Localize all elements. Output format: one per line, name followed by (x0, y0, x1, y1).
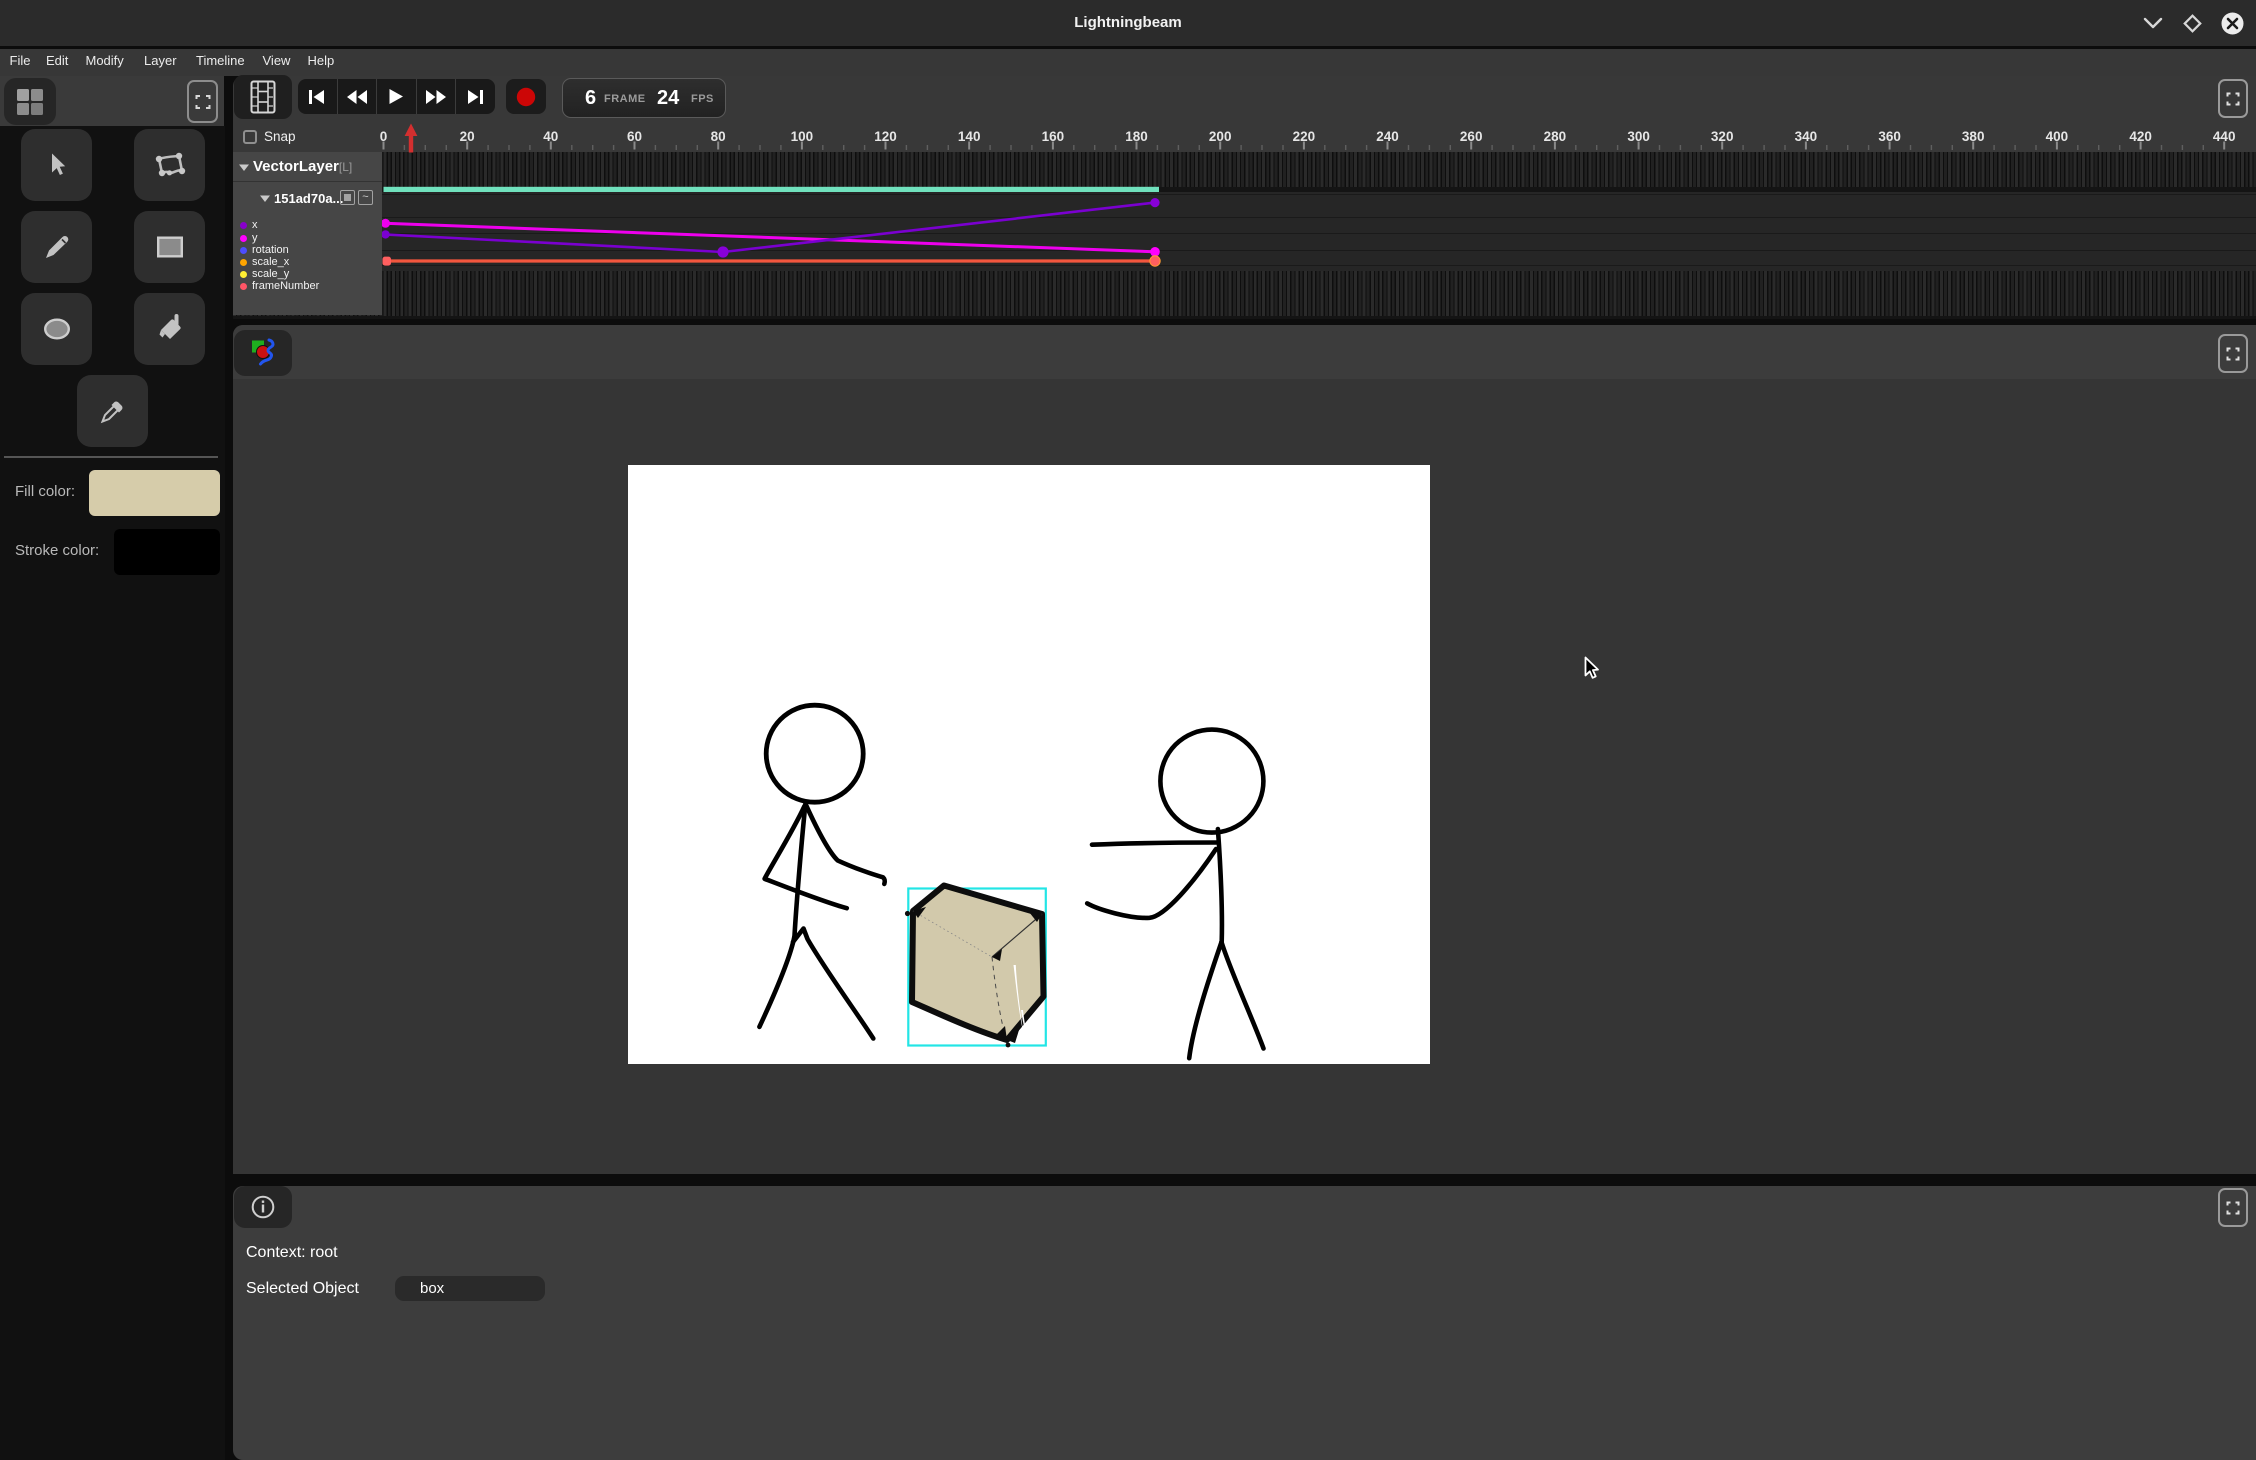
svg-text:140: 140 (958, 129, 981, 144)
svg-text:220: 220 (1293, 129, 1316, 144)
svg-text:160: 160 (1042, 129, 1065, 144)
svg-text:300: 300 (1627, 129, 1650, 144)
svg-text:40: 40 (543, 129, 558, 144)
svg-text:180: 180 (1125, 129, 1148, 144)
svg-text:260: 260 (1460, 129, 1483, 144)
svg-text:360: 360 (1878, 129, 1901, 144)
svg-text:340: 340 (1795, 129, 1818, 144)
svg-text:240: 240 (1376, 129, 1399, 144)
svg-text:380: 380 (1962, 129, 1985, 144)
svg-text:0: 0 (380, 129, 388, 144)
svg-text:60: 60 (627, 129, 642, 144)
svg-text:420: 420 (2129, 129, 2152, 144)
svg-text:320: 320 (1711, 129, 1734, 144)
svg-text:80: 80 (711, 129, 726, 144)
svg-text:440: 440 (2213, 129, 2236, 144)
svg-text:20: 20 (460, 129, 475, 144)
svg-text:280: 280 (1544, 129, 1567, 144)
svg-text:120: 120 (874, 129, 897, 144)
svg-text:200: 200 (1209, 129, 1232, 144)
svg-text:100: 100 (791, 129, 814, 144)
svg-text:400: 400 (2046, 129, 2069, 144)
